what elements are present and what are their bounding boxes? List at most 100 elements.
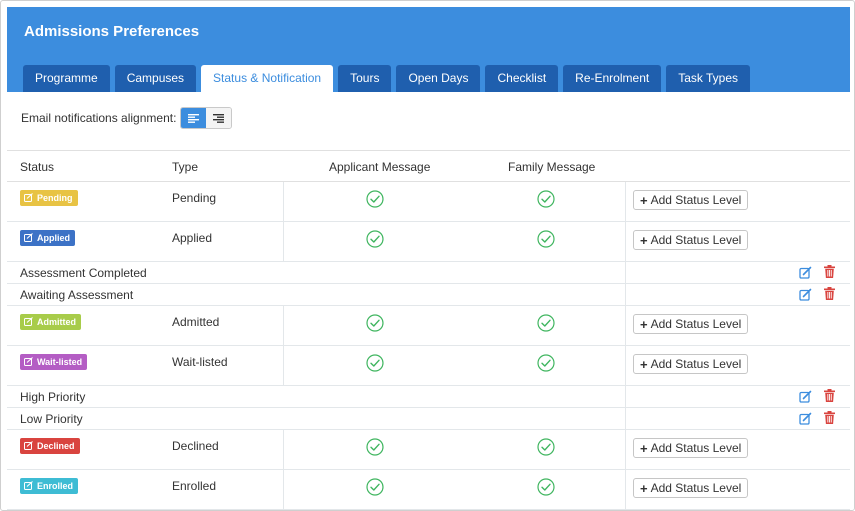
edit-square-icon (24, 480, 33, 492)
admissions-preferences-window: Admissions Preferences Programme Campuse… (0, 0, 855, 511)
tab-programme[interactable]: Programme (23, 65, 110, 92)
status-type: Applied (172, 231, 213, 245)
status-badge[interactable]: Enrolled (20, 478, 79, 494)
col-applicant-header: Applicant Message (329, 160, 431, 174)
trash-icon[interactable] (824, 265, 835, 278)
col-divider (625, 222, 626, 261)
col-divider (625, 346, 626, 385)
tab-task-types[interactable]: Task Types (666, 65, 751, 92)
table-header: Status Type Applicant Message Family Mes… (7, 151, 850, 182)
status-type: Admitted (172, 315, 220, 329)
edit-icon[interactable] (799, 390, 812, 403)
col-divider (625, 386, 626, 407)
tab-checklist[interactable]: Checklist (485, 65, 559, 92)
add-status-level-button[interactable]: + Add Status Level (633, 230, 749, 250)
status-badge[interactable]: Declined (20, 438, 80, 454)
status-badge-label: Pending (37, 193, 73, 203)
check-circle-icon (366, 478, 384, 496)
status-level-row: Awaiting Assessment (7, 284, 850, 306)
edit-square-icon (24, 316, 33, 328)
status-level-row: Assessment Completed (7, 262, 850, 284)
email-alignment-label: Email notifications alignment: (21, 111, 177, 125)
tab-tours[interactable]: Tours (338, 65, 392, 92)
status-badge-label: Applied (37, 233, 70, 243)
status-type: Pending (172, 191, 217, 205)
status-badge[interactable]: Wait-listed (20, 354, 88, 370)
plus-icon: + (640, 356, 648, 372)
check-circle-icon (366, 438, 384, 456)
check-circle-icon (366, 230, 384, 248)
col-divider (625, 408, 626, 429)
add-status-level-button[interactable]: + Add Status Level (633, 314, 749, 334)
align-left-icon (188, 113, 200, 123)
edit-square-icon (24, 356, 33, 368)
page-header: Admissions Preferences Programme Campuse… (7, 7, 850, 93)
add-status-level-label: Add Status Level (650, 357, 742, 371)
status-row-enrolled: Enrolled Enrolled + Add Status Level (7, 470, 850, 510)
col-divider (283, 430, 284, 469)
edit-icon[interactable] (799, 266, 812, 279)
status-level-label: High Priority (20, 390, 86, 404)
col-divider (625, 262, 626, 283)
status-row-pending: Pending Pending + Add Status Level (7, 182, 850, 222)
status-row-admitted: Admitted Admitted + Add Status Level (7, 306, 850, 346)
col-type-header: Type (172, 160, 199, 174)
trash-icon[interactable] (824, 411, 835, 424)
check-circle-icon (366, 190, 384, 208)
col-divider (283, 306, 284, 345)
col-status-header: Status (20, 160, 55, 174)
email-alignment-control: Email notifications alignment: (21, 107, 233, 129)
add-status-level-label: Add Status Level (650, 481, 742, 495)
add-status-level-button[interactable]: + Add Status Level (633, 478, 749, 498)
status-level-label: Awaiting Assessment (20, 288, 134, 302)
align-right-icon (213, 113, 225, 123)
plus-icon: + (640, 480, 648, 496)
col-divider (283, 222, 284, 261)
status-row-wait-listed: Wait-listed Wait-listed + Add Status Level (7, 346, 850, 386)
add-status-level-button[interactable]: + Add Status Level (633, 438, 749, 458)
status-badge[interactable]: Pending (20, 190, 78, 206)
add-status-level-button[interactable]: + Add Status Level (633, 190, 749, 210)
add-status-level-label: Add Status Level (650, 317, 742, 331)
tab-re-enrolment[interactable]: Re-Enrolment (563, 65, 662, 92)
status-level-row: Low Priority (7, 408, 850, 430)
tab-status-notification[interactable]: Status & Notification (201, 65, 334, 93)
trash-icon[interactable] (824, 287, 835, 300)
col-divider (625, 182, 626, 221)
col-divider (283, 470, 284, 509)
tab-open-days[interactable]: Open Days (396, 65, 481, 92)
plus-icon: + (640, 440, 648, 456)
alignment-button-group (180, 107, 233, 129)
check-circle-icon (537, 190, 555, 208)
status-level-label: Low Priority (20, 412, 83, 426)
edit-icon[interactable] (799, 288, 812, 301)
check-circle-icon (537, 354, 555, 372)
status-badge[interactable]: Applied (20, 230, 75, 246)
add-status-level-label: Add Status Level (650, 441, 742, 455)
status-table: Status Type Applicant Message Family Mes… (7, 150, 850, 510)
status-level-row: High Priority (7, 386, 850, 408)
col-divider (625, 430, 626, 469)
check-circle-icon (537, 438, 555, 456)
check-circle-icon (366, 314, 384, 332)
tab-campuses[interactable]: Campuses (114, 65, 197, 92)
status-level-label: Assessment Completed (20, 266, 147, 280)
align-left-button[interactable] (181, 108, 207, 128)
edit-icon[interactable] (799, 412, 812, 425)
align-right-button[interactable] (206, 108, 232, 128)
col-family-header: Family Message (508, 160, 596, 174)
status-badge-label: Enrolled (37, 481, 74, 491)
status-badge[interactable]: Admitted (20, 314, 81, 330)
check-circle-icon (366, 354, 384, 372)
add-status-level-label: Add Status Level (650, 233, 742, 247)
status-badge-label: Admitted (37, 317, 76, 327)
status-type: Wait-listed (172, 355, 228, 369)
plus-icon: + (640, 232, 648, 248)
check-circle-icon (537, 230, 555, 248)
status-row-declined: Declined Declined + Add Status Level (7, 430, 850, 470)
table-body: Pending Pending + Add Status Level Applied Ap… (7, 182, 850, 510)
plus-icon: + (640, 192, 648, 208)
trash-icon[interactable] (824, 389, 835, 402)
add-status-level-button[interactable]: + Add Status Level (633, 354, 749, 374)
col-divider (283, 346, 284, 385)
